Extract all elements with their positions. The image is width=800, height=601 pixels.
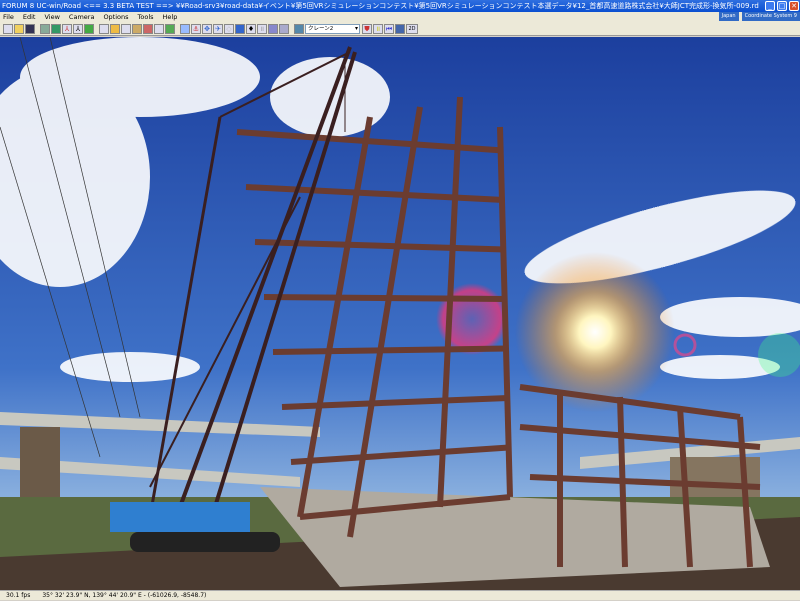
model-icon[interactable]: [99, 23, 109, 34]
fly-icon[interactable]: ✈: [213, 23, 223, 34]
crane-tracks: [130, 532, 280, 552]
menu-edit[interactable]: Edit: [23, 12, 36, 22]
title-bar: FORUM 8 UC-win/Road <== 3.3 BETA TEST ==…: [0, 0, 800, 12]
coordinate-system-button[interactable]: Coordinate System 9: [741, 12, 800, 21]
minimize-button[interactable]: _: [765, 1, 775, 11]
drive-icon[interactable]: ⚓: [191, 23, 201, 34]
globe-icon[interactable]: [235, 23, 245, 34]
terrain-icon[interactable]: [40, 23, 50, 34]
character-icon[interactable]: [132, 23, 142, 34]
model-select[interactable]: クレーン2: [305, 23, 360, 34]
vegetation-icon[interactable]: [165, 23, 175, 34]
3d-viewport[interactable]: [0, 37, 800, 590]
menu-camera[interactable]: Camera: [69, 12, 95, 22]
menu-tools[interactable]: Tools: [138, 12, 154, 22]
save-icon[interactable]: [25, 23, 35, 34]
crane-model-icon: [294, 23, 304, 34]
texture-icon[interactable]: [110, 23, 120, 34]
maximize-button[interactable]: □: [777, 1, 787, 11]
menu-help[interactable]: Help: [163, 12, 178, 22]
region-button[interactable]: Japan: [718, 12, 739, 21]
steel-beam: [263, 294, 507, 302]
play-pause-icon[interactable]: ॥: [373, 23, 383, 34]
map-icon[interactable]: [51, 23, 61, 34]
move-icon[interactable]: ✥: [202, 23, 212, 34]
flag-icon[interactable]: [395, 23, 405, 34]
close-button[interactable]: ✕: [789, 1, 799, 11]
view-2d-button[interactable]: 2D: [406, 23, 418, 34]
position-readout: 35° 32' 23.9" N, 139° 44' 20.9" E - (-61…: [42, 592, 207, 599]
traffic-icon[interactable]: [279, 23, 289, 34]
menu-file[interactable]: File: [3, 12, 14, 22]
person-icon[interactable]: ♦: [246, 23, 256, 34]
road-icon[interactable]: ⅄: [62, 23, 72, 34]
menu-bar: File Edit View Camera Options Tools Help…: [0, 12, 800, 22]
sign-icon[interactable]: [121, 23, 131, 34]
window-title: FORUM 8 UC-win/Road <== 3.3 BETA TEST ==…: [2, 2, 759, 10]
new-file-icon[interactable]: [3, 23, 13, 34]
steel-beam: [272, 345, 508, 355]
toolbar: ⅄ ⅄ ⚓ ✥ ✈ ◇ ♦ ॥ クレーン2 ⛊ ॥ ⏮ 2D: [0, 22, 800, 36]
menu-options[interactable]: Options: [103, 12, 128, 22]
scene: [0, 37, 800, 590]
fps-readout: 30.1 fps: [6, 592, 31, 599]
vehicle-icon[interactable]: [143, 23, 153, 34]
menu-view[interactable]: View: [44, 12, 59, 22]
walk-icon[interactable]: ◇: [224, 23, 234, 34]
intersection-icon[interactable]: ⅄: [73, 23, 83, 34]
status-bar: 30.1 fps 35° 32' 23.9" N, 139° 44' 20.9"…: [0, 590, 800, 600]
tree-icon[interactable]: [84, 23, 94, 34]
crane-body: [110, 502, 250, 532]
car-icon[interactable]: [268, 23, 278, 34]
open-folder-icon[interactable]: [14, 23, 24, 34]
flow-icon[interactable]: [154, 23, 164, 34]
shield-icon[interactable]: ⛊: [362, 23, 372, 34]
pause-icon[interactable]: ॥: [257, 23, 267, 34]
rewind-icon[interactable]: ⏮: [384, 23, 394, 34]
apartment-building: [20, 427, 60, 507]
rotate-camera-icon[interactable]: [180, 23, 190, 34]
